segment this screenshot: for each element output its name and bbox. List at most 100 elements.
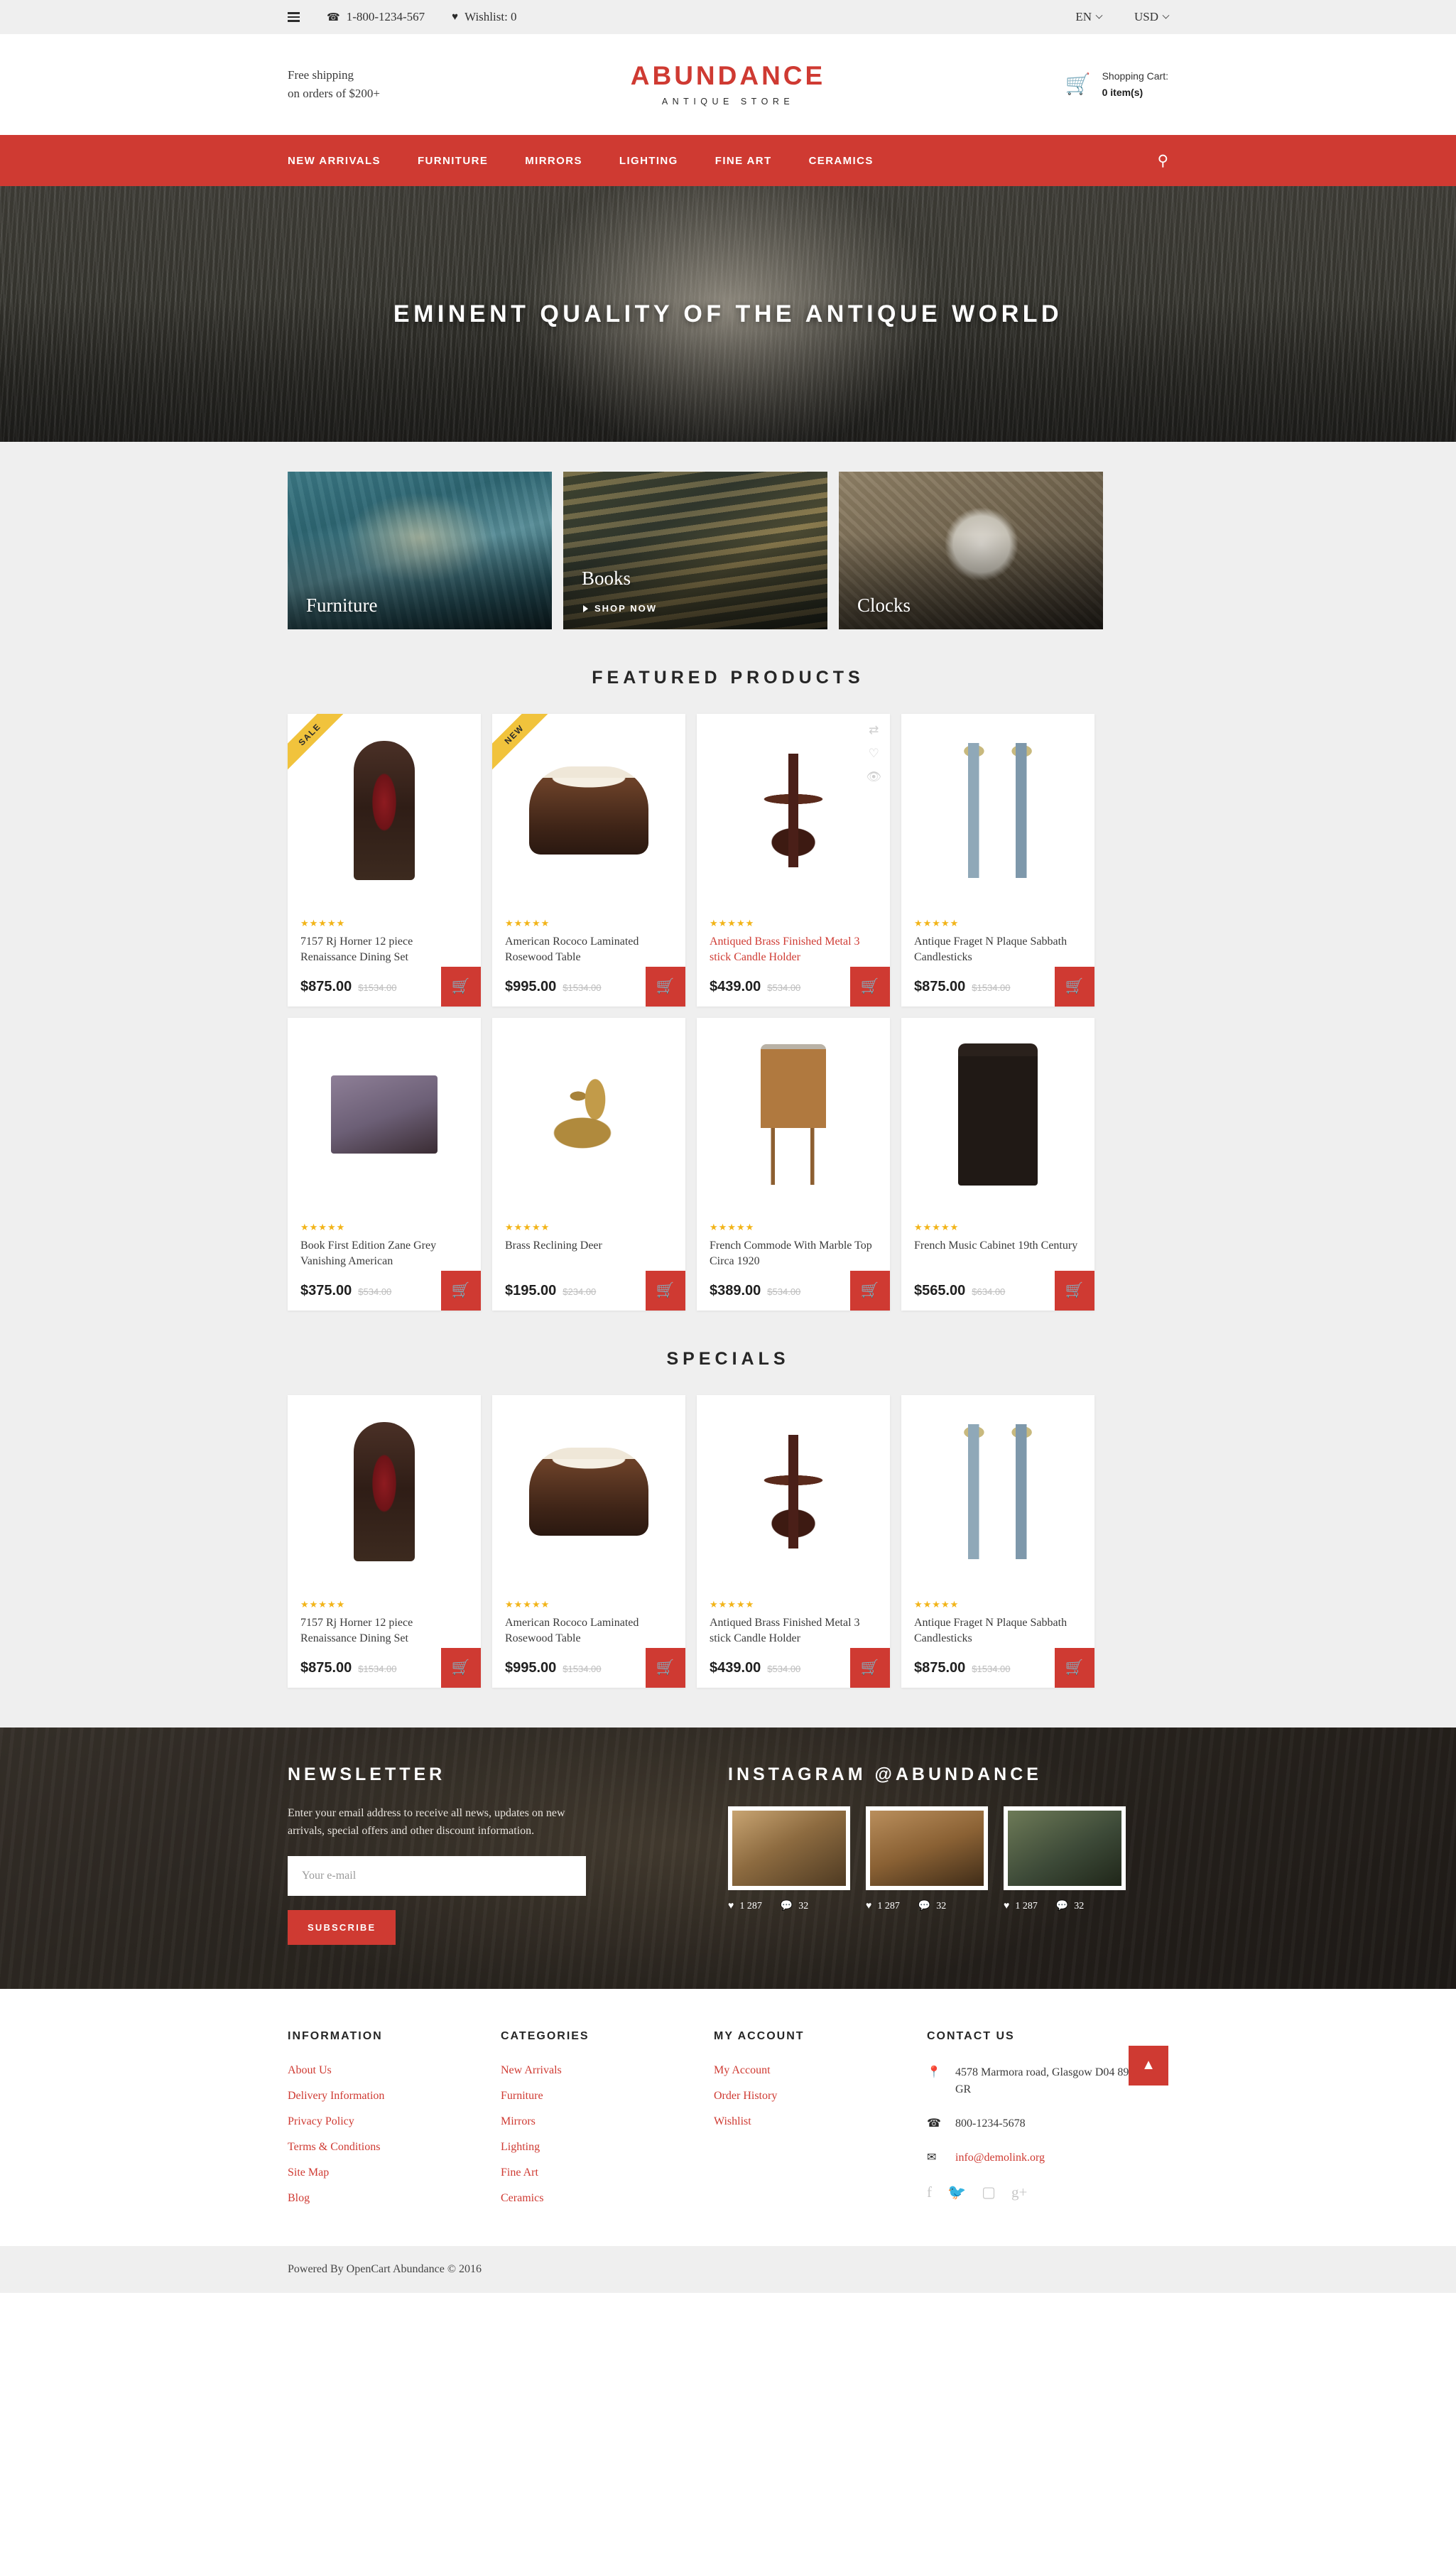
product-name[interactable]: 7157 Rj Horner 12 piece Renaissance Dini… <box>300 934 468 967</box>
product-image[interactable] <box>288 1018 481 1211</box>
subscribe-button[interactable]: SUBSCRIBE <box>288 1909 396 1945</box>
compare-arrows-icon[interactable]: ⇄ <box>869 724 879 736</box>
add-to-cart-button[interactable]: 🛒 <box>850 1271 890 1311</box>
product-name[interactable]: Book First Edition Zane Grey Vanishing A… <box>300 1238 468 1271</box>
product-image[interactable]: ⇄ ♡ 👁 <box>697 714 890 907</box>
product-image[interactable]: NEW <box>492 714 685 907</box>
product-image[interactable] <box>288 1395 481 1588</box>
category-banner-furniture[interactable]: Furniture <box>288 472 552 629</box>
add-to-cart-button[interactable]: 🛒 <box>441 1648 481 1688</box>
instagram-photo[interactable] <box>728 1806 850 1890</box>
add-to-cart-button[interactable]: 🛒 <box>646 1271 685 1311</box>
product-name[interactable]: Antique Fraget N Plaque Sabbath Candlest… <box>914 934 1082 967</box>
product-card[interactable]: ★★★★★ 7157 Rj Horner 12 piece Renaissance… <box>288 1395 481 1688</box>
product-image[interactable] <box>901 1395 1094 1588</box>
newsletter-text: Enter your email address to receive all … <box>288 1807 565 1837</box>
product-card[interactable]: ★★★★★ American Rococo Laminated Rosewood … <box>492 1395 685 1688</box>
shop-now-button[interactable]: SHOP NOW <box>583 603 657 614</box>
add-to-cart-button[interactable]: 🛒 <box>1055 967 1094 1007</box>
instagram-photo[interactable] <box>866 1806 988 1890</box>
category-banner-clocks[interactable]: Clocks <box>839 472 1103 629</box>
footer-link-privacy-policy[interactable]: Privacy Policy <box>288 2115 501 2128</box>
shopping-cart-icon: 🛒 <box>451 978 471 994</box>
contact-email-link[interactable]: info@demolink.org <box>955 2149 1045 2166</box>
add-to-cart-button[interactable]: 🛒 <box>1055 1648 1094 1688</box>
add-to-cart-button[interactable]: 🛒 <box>1055 1271 1094 1311</box>
footer-link-my-account[interactable]: My Account <box>714 2064 927 2077</box>
product-card[interactable]: ★★★★★ Book First Edition Zane Grey Vanish… <box>288 1018 481 1311</box>
wishlist-link[interactable]: ♥ Wishlist: 0 <box>452 10 516 24</box>
footer-link-furniture[interactable]: Furniture <box>501 2090 714 2103</box>
footer-link-fine-art[interactable]: Fine Art <box>501 2166 714 2179</box>
site-logo[interactable]: ABUNDANCE ANTIQUE STORE <box>515 63 941 107</box>
footer-link-delivery-information[interactable]: Delivery Information <box>288 2090 501 2103</box>
footer-link-terms-conditions[interactable]: Terms & Conditions <box>288 2141 501 2154</box>
product-image[interactable] <box>697 1395 890 1588</box>
instagram-icon[interactable]: ▢ <box>982 2184 996 2201</box>
product-card[interactable]: ★★★★★ French Commode With Marble Top Circ… <box>697 1018 890 1311</box>
rating-stars: ★★★★★ <box>710 1599 755 1610</box>
nav-item-mirrors[interactable]: MIRRORS <box>525 155 582 167</box>
product-card[interactable]: NEW ★★★★★ American Rococo Laminated Rosewo… <box>492 714 685 1007</box>
footer-link-site-map[interactable]: Site Map <box>288 2166 501 2179</box>
footer-link-wishlist[interactable]: Wishlist <box>714 2115 927 2128</box>
search-icon[interactable]: ⚲ <box>1158 152 1168 170</box>
product-image[interactable]: SALE <box>288 714 481 907</box>
footer-link-ceramics[interactable]: Ceramics <box>501 2192 714 2205</box>
language-selector[interactable]: EN <box>1075 10 1103 24</box>
product-image[interactable] <box>901 1018 1094 1211</box>
footer-link-about-us[interactable]: About Us <box>288 2064 501 2077</box>
product-card[interactable]: ★★★★★ Antiqued Brass Finished Metal 3 sti… <box>697 1395 890 1688</box>
product-card[interactable]: SALE ★★★★★ 7157 Rj Horner 12 piece Renaiss… <box>288 714 481 1007</box>
shopping-cart-icon: 🛒 <box>1065 1282 1085 1298</box>
nav-item-new-arrivals[interactable]: NEW ARRIVALS <box>288 155 381 167</box>
hamburger-icon[interactable] <box>288 11 300 23</box>
footer-link-order-history[interactable]: Order History <box>714 2090 927 2103</box>
nav-item-ceramics[interactable]: CERAMICS <box>809 155 874 167</box>
google-plus-icon[interactable]: g+ <box>1011 2184 1027 2201</box>
product-prices: $995.00 $1534.00 <box>492 979 602 1007</box>
product-name[interactable]: French Commode With Marble Top Circa 192… <box>710 1238 877 1271</box>
product-name[interactable]: Antiqued Brass Finished Metal 3 stick Ca… <box>710 1615 877 1648</box>
eye-icon[interactable]: 👁 <box>866 771 881 783</box>
add-to-cart-button[interactable]: 🛒 <box>646 967 685 1007</box>
product-name[interactable]: American Rococo Laminated Rosewood Table <box>505 1615 673 1648</box>
nav-item-furniture[interactable]: FURNITURE <box>418 155 488 167</box>
add-to-cart-button[interactable]: 🛒 <box>441 1271 481 1311</box>
shopping-cart-button[interactable]: 🛒 Shopping Cart: 0 item(s) <box>941 68 1168 101</box>
product-name[interactable]: Brass Reclining Deer <box>505 1238 673 1271</box>
add-to-cart-button[interactable]: 🛒 <box>441 967 481 1007</box>
product-card[interactable]: ★★★★★ French Music Cabinet 19th Century $5… <box>901 1018 1094 1311</box>
product-image[interactable] <box>492 1018 685 1211</box>
product-image[interactable] <box>492 1395 685 1588</box>
add-to-cart-button[interactable]: 🛒 <box>850 967 890 1007</box>
footer-link-mirrors[interactable]: Mirrors <box>501 2115 714 2128</box>
footer-link-blog[interactable]: Blog <box>288 2192 501 2205</box>
product-card[interactable]: ★★★★★ Antique Fraget N Plaque Sabbath Can… <box>901 714 1094 1007</box>
product-card[interactable]: ★★★★★ Brass Reclining Deer $195.00 $234.00 🛒 <box>492 1018 685 1311</box>
product-image[interactable] <box>901 714 1094 907</box>
facebook-icon[interactable]: f <box>927 2184 932 2201</box>
product-image[interactable] <box>697 1018 890 1211</box>
product-name[interactable]: French Music Cabinet 19th Century <box>914 1238 1082 1271</box>
nav-item-fine-art[interactable]: FINE ART <box>715 155 772 167</box>
nav-item-lighting[interactable]: LIGHTING <box>619 155 678 167</box>
currency-selector[interactable]: USD <box>1134 10 1170 24</box>
footer-link-new-arrivals[interactable]: New Arrivals <box>501 2064 714 2077</box>
scroll-to-top-button[interactable]: ▲ <box>1129 2045 1168 2086</box>
product-card[interactable]: ⇄ ♡ 👁 ★★★★★ Antiqued Brass Finished Metal 3 … <box>697 714 890 1007</box>
twitter-icon[interactable]: 🐦 <box>947 2184 966 2201</box>
category-banner-books[interactable]: Books SHOP NOW <box>563 472 827 629</box>
product-card[interactable]: ★★★★★ Antique Fraget N Plaque Sabbath Can… <box>901 1395 1094 1688</box>
product-name[interactable]: 7157 Rj Horner 12 piece Renaissance Dini… <box>300 1615 468 1648</box>
footer-link-lighting[interactable]: Lighting <box>501 2141 714 2154</box>
add-to-cart-button[interactable]: 🛒 <box>646 1648 685 1688</box>
heart-outline-icon[interactable]: ♡ <box>869 747 879 759</box>
product-name[interactable]: American Rococo Laminated Rosewood Table <box>505 934 673 967</box>
email-field[interactable] <box>288 1855 586 1896</box>
add-to-cart-button[interactable]: 🛒 <box>850 1648 890 1688</box>
product-name[interactable]: Antique Fraget N Plaque Sabbath Candlest… <box>914 1615 1082 1648</box>
shipping-line-1: Free shipping <box>288 67 354 82</box>
product-name[interactable]: Antiqued Brass Finished Metal 3 stick Ca… <box>710 934 877 967</box>
instagram-photo[interactable] <box>1004 1806 1126 1890</box>
